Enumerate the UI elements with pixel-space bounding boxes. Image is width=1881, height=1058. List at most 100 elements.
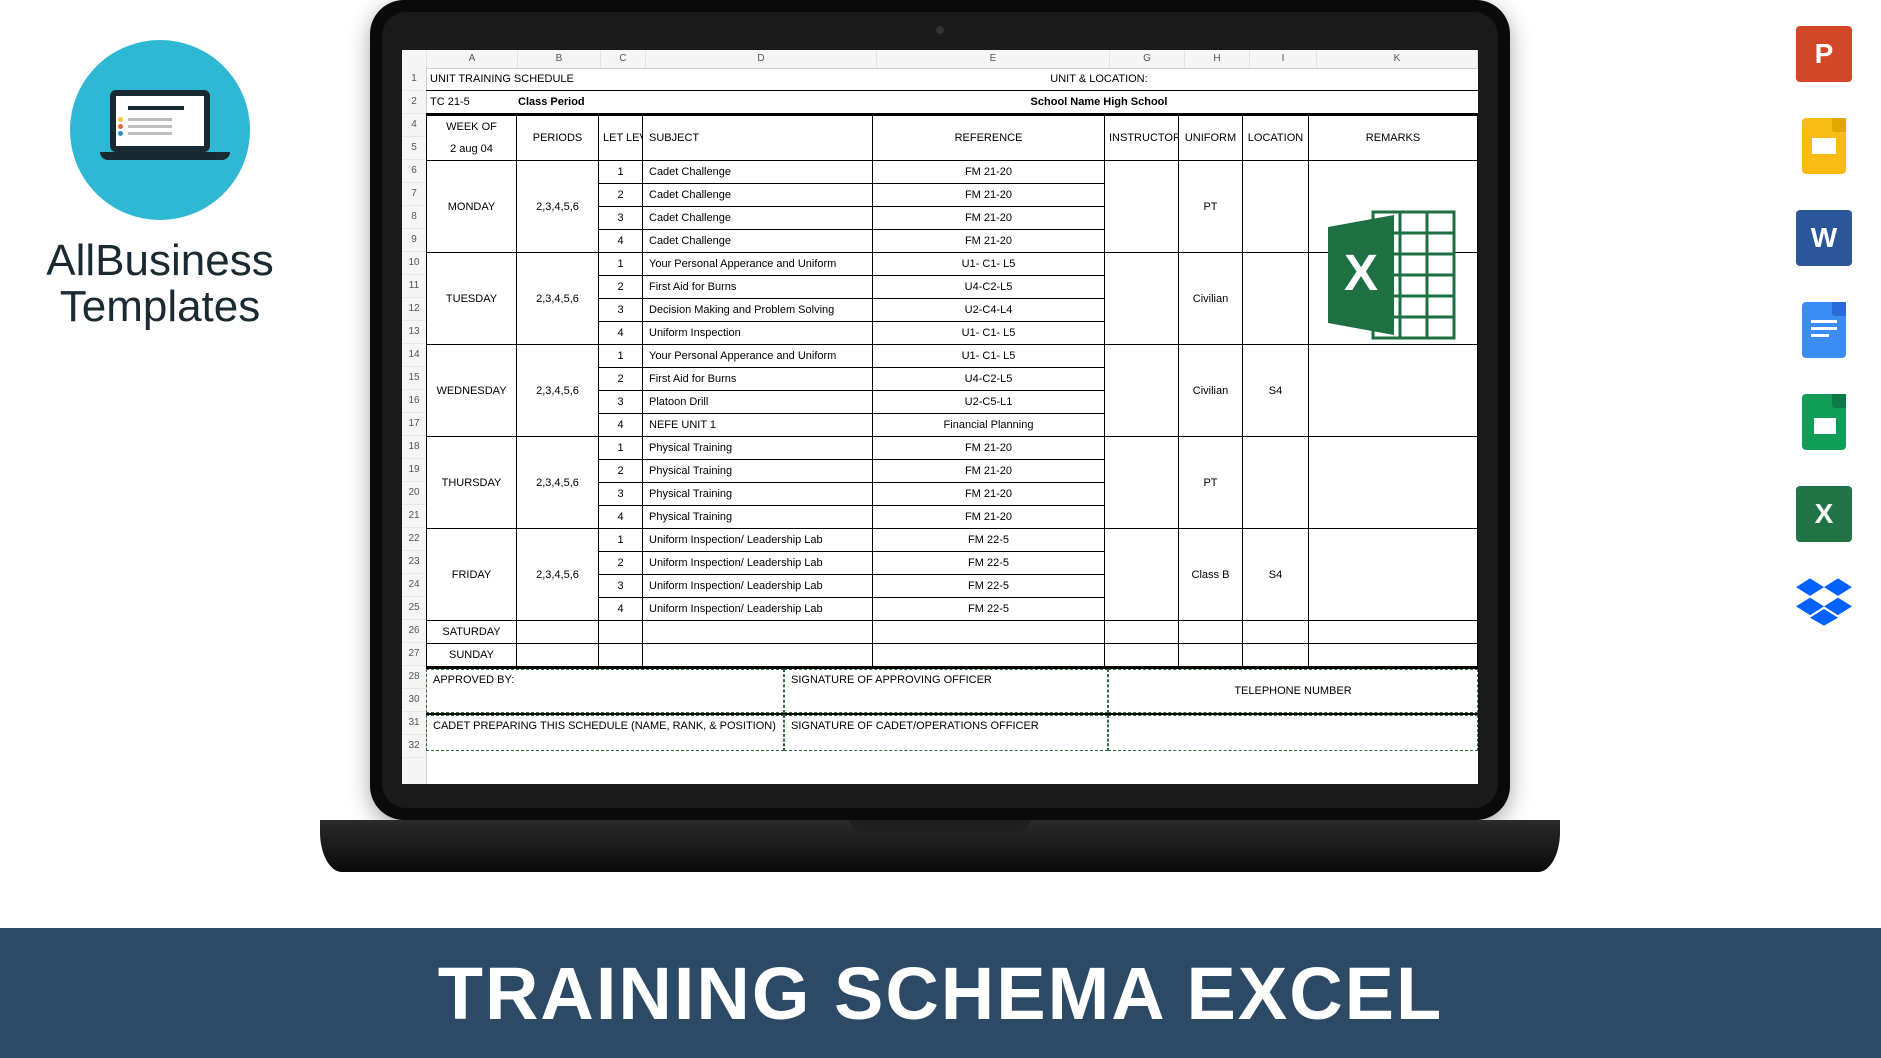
cell-level[interactable]: 2 [599, 552, 643, 575]
cell-level[interactable]: 1 [599, 345, 643, 368]
row-number[interactable]: 13 [402, 321, 426, 344]
cell-level[interactable]: 4 [599, 414, 643, 437]
row-number[interactable]: 21 [402, 505, 426, 528]
cell-uniform[interactable]: Class B [1179, 529, 1243, 621]
row-number[interactable]: 23 [402, 551, 426, 574]
cell-day[interactable]: FRIDAY [427, 529, 517, 621]
row-number[interactable]: 8 [402, 206, 426, 229]
cell-location[interactable] [1243, 161, 1309, 253]
cell-level[interactable]: 4 [599, 506, 643, 529]
cell-reference[interactable]: U2-C4-L4 [873, 299, 1105, 322]
cell-reference[interactable]: FM 22-5 [873, 575, 1105, 598]
cell-reference[interactable]: FM 22-5 [873, 552, 1105, 575]
cell-day[interactable]: THURSDAY [427, 437, 517, 529]
row-number[interactable]: 24 [402, 574, 426, 597]
cell-periods[interactable]: 2,3,4,5,6 [517, 253, 599, 345]
cell-subject[interactable]: Platoon Drill [643, 391, 873, 414]
cell-periods[interactable]: 2,3,4,5,6 [517, 161, 599, 253]
cell-subject[interactable]: Physical Training [643, 506, 873, 529]
cell-subject[interactable]: First Aid for Burns [643, 368, 873, 391]
excel-icon[interactable]: X [1796, 486, 1852, 542]
cell-subject[interactable]: Uniform Inspection/ Leadership Lab [643, 529, 873, 552]
cell-subject[interactable]: Uniform Inspection [643, 322, 873, 345]
cell-level[interactable]: 3 [599, 207, 643, 230]
cell-reference[interactable]: FM 21-20 [873, 460, 1105, 483]
cell-subject[interactable]: Physical Training [643, 483, 873, 506]
cell-subject[interactable]: Your Personal Apperance and Uniform [643, 253, 873, 276]
row-number[interactable]: 7 [402, 183, 426, 206]
cell-subject[interactable]: Uniform Inspection/ Leadership Lab [643, 598, 873, 621]
row-number[interactable]: 2 [402, 91, 426, 114]
google-sheets-icon[interactable] [1802, 394, 1846, 450]
cell-subject[interactable]: Uniform Inspection/ Leadership Lab [643, 552, 873, 575]
cell-reference[interactable]: FM 21-20 [873, 483, 1105, 506]
cell-instructor[interactable] [1105, 253, 1179, 345]
cell-remarks[interactable] [1309, 437, 1478, 529]
row-number[interactable]: 22 [402, 528, 426, 551]
footer-telephone-2[interactable] [1108, 715, 1478, 751]
cell-instructor[interactable] [1105, 161, 1179, 253]
cell-periods[interactable]: 2,3,4,5,6 [517, 529, 599, 621]
cell-level[interactable]: 1 [599, 529, 643, 552]
col-G[interactable]: G [1110, 50, 1185, 68]
row-number[interactable]: 15 [402, 367, 426, 390]
row-number[interactable]: 27 [402, 643, 426, 666]
cell-instructor[interactable] [1105, 345, 1179, 437]
cell-subject[interactable]: Uniform Inspection/ Leadership Lab [643, 575, 873, 598]
cell-level[interactable]: 2 [599, 368, 643, 391]
row-number[interactable]: 11 [402, 275, 426, 298]
cell-reference[interactable]: U2-C5-L1 [873, 391, 1105, 414]
row-number[interactable]: 26 [402, 620, 426, 643]
row-number[interactable]: 31 [402, 712, 426, 735]
cell-level[interactable]: 1 [599, 161, 643, 184]
row-number[interactable]: 32 [402, 735, 426, 758]
row-number[interactable]: 9 [402, 229, 426, 252]
footer-sig-cadet[interactable]: SIGNATURE OF CADET/OPERATIONS OFFICER [784, 715, 1108, 751]
cell-day[interactable]: MONDAY [427, 161, 517, 253]
cell-periods[interactable]: 2,3,4,5,6 [517, 437, 599, 529]
cell-instructor[interactable] [1105, 437, 1179, 529]
row-number[interactable]: 1 [402, 68, 426, 91]
cell-reference[interactable]: U1- C1- L5 [873, 253, 1105, 276]
cell-day[interactable]: WEDNESDAY [427, 345, 517, 437]
cell-saturday[interactable]: SATURDAY [427, 621, 517, 644]
powerpoint-icon[interactable]: P [1796, 26, 1852, 82]
cell-subject[interactable]: Cadet Challenge [643, 161, 873, 184]
cell-level[interactable]: 3 [599, 575, 643, 598]
col-D[interactable]: D [646, 50, 877, 68]
row-number[interactable]: 6 [402, 160, 426, 183]
word-icon[interactable]: W [1796, 210, 1852, 266]
cell-uniform[interactable]: PT [1179, 437, 1243, 529]
footer-telephone[interactable]: TELEPHONE NUMBER [1108, 669, 1478, 713]
cell-periods[interactable]: 2,3,4,5,6 [517, 345, 599, 437]
cell-location[interactable]: S4 [1243, 529, 1309, 621]
footer-cadet-prep[interactable]: CADET PREPARING THIS SCHEDULE (NAME, RAN… [426, 715, 784, 751]
cell-location[interactable]: S4 [1243, 345, 1309, 437]
cell-level[interactable]: 2 [599, 184, 643, 207]
cell-subject[interactable]: Cadet Challenge [643, 184, 873, 207]
cell-subject[interactable]: First Aid for Burns [643, 276, 873, 299]
cell-subject[interactable]: Cadet Challenge [643, 207, 873, 230]
cell-uniform[interactable]: PT [1179, 161, 1243, 253]
cell-reference[interactable]: FM 21-20 [873, 207, 1105, 230]
cell-location[interactable] [1243, 437, 1309, 529]
cell-reference[interactable]: FM 21-20 [873, 161, 1105, 184]
row-number[interactable]: 16 [402, 390, 426, 413]
cell-sunday[interactable]: SUNDAY [427, 644, 517, 667]
cell-level[interactable]: 3 [599, 483, 643, 506]
cell-level[interactable]: 2 [599, 460, 643, 483]
dropbox-icon[interactable] [1796, 578, 1852, 626]
cell-level[interactable]: 1 [599, 253, 643, 276]
col-E[interactable]: E [877, 50, 1110, 68]
cell-reference[interactable]: U1- C1- L5 [873, 345, 1105, 368]
cell-reference[interactable]: Financial Planning [873, 414, 1105, 437]
cell-reference[interactable]: FM 22-5 [873, 598, 1105, 621]
cell-reference[interactable]: U4-C2-L5 [873, 276, 1105, 299]
row-number[interactable]: 5 [402, 137, 426, 160]
cell-level[interactable]: 4 [599, 598, 643, 621]
cell-level[interactable]: 4 [599, 230, 643, 253]
cell-remarks[interactable] [1309, 345, 1478, 437]
cell-subject[interactable]: Your Personal Apperance and Uniform [643, 345, 873, 368]
col-A[interactable]: A [427, 50, 518, 68]
col-K[interactable]: K [1317, 50, 1478, 68]
